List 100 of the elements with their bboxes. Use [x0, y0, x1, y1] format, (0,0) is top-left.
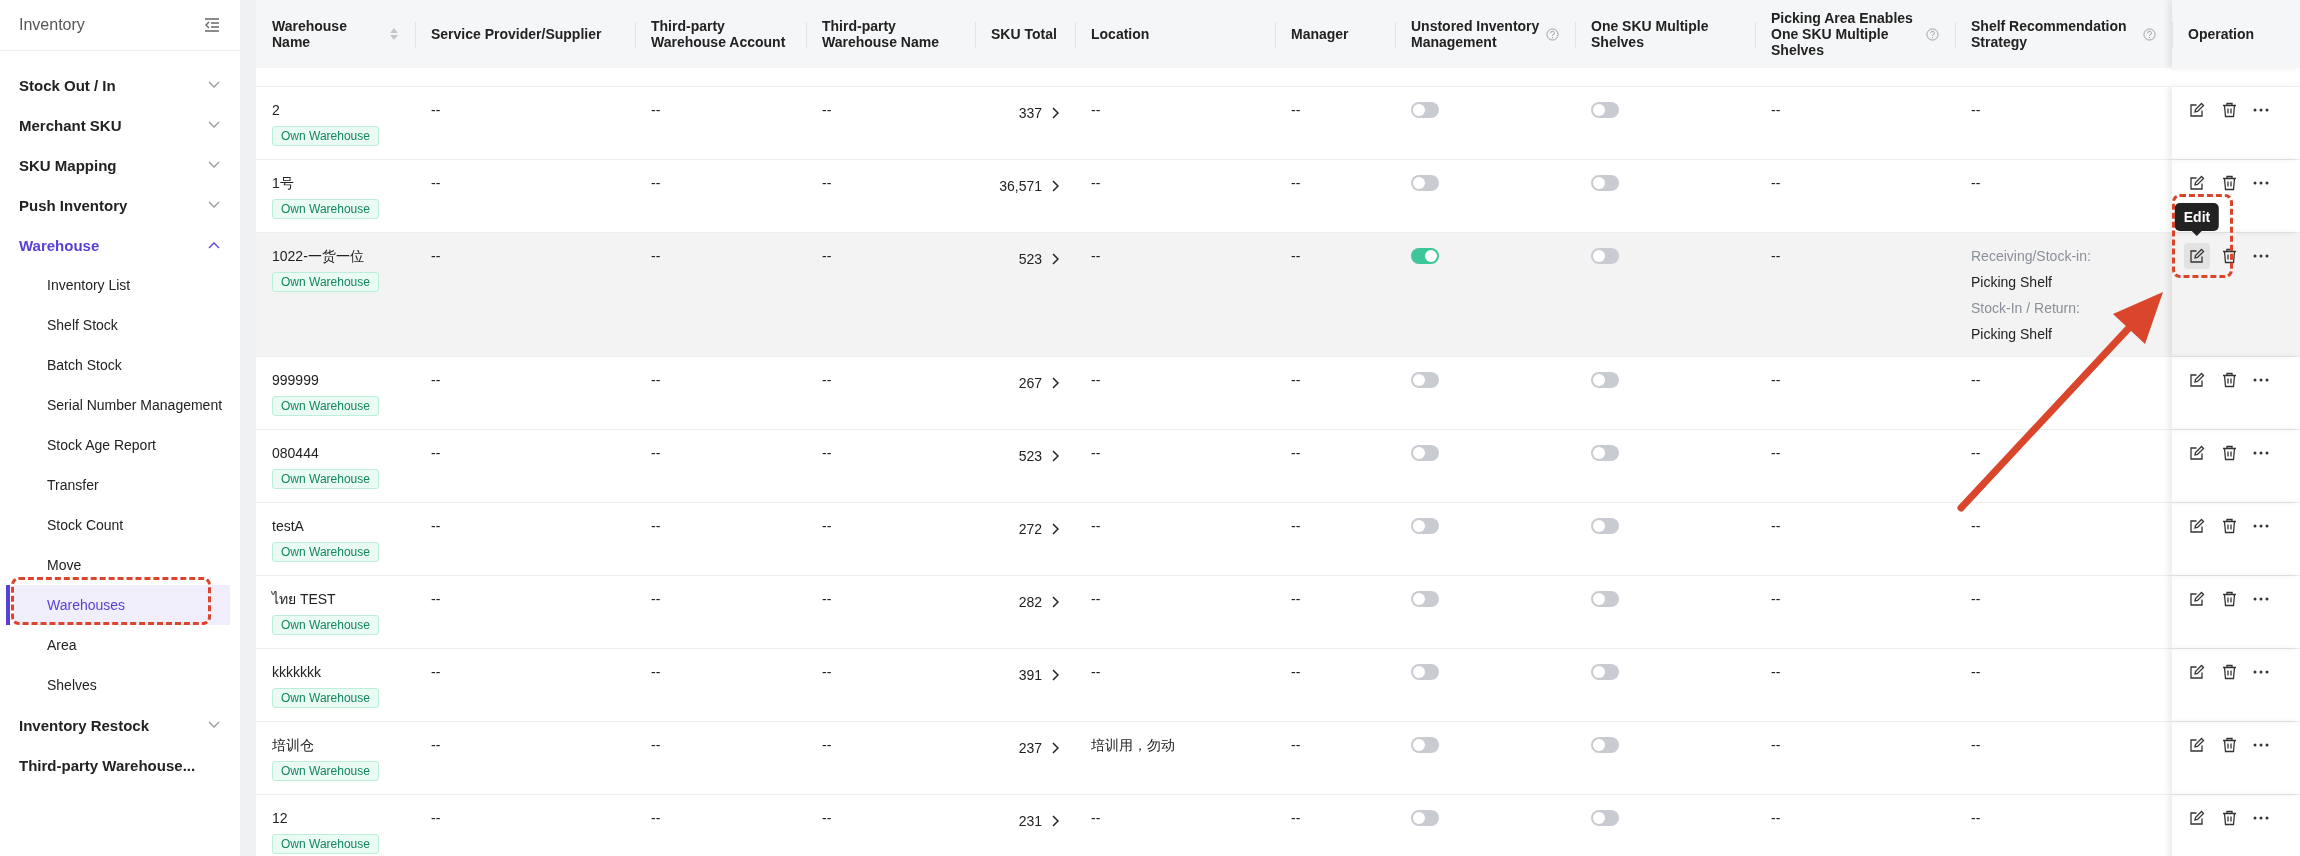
chevron-right-icon [1051, 669, 1059, 681]
edit-icon [2189, 445, 2205, 461]
warehouse-name: 1022-一货一位 [272, 247, 364, 266]
warehouse-name: ไทย TEST [272, 590, 336, 609]
chevron-icon [208, 121, 220, 129]
warehouse-type-tag: Own Warehouse [272, 761, 379, 781]
table-cell-text: -- [1091, 247, 1101, 266]
toggle-switch[interactable] [1591, 664, 1619, 680]
table-cell-text: -- [1971, 371, 1981, 390]
chevron-icon [208, 81, 220, 89]
chevron-right-icon [1051, 377, 1059, 389]
toggle-switch[interactable] [1591, 445, 1619, 461]
menu-item[interactable]: Shelves [6, 665, 230, 705]
table-cell-text: -- [651, 444, 661, 463]
toggle-switch[interactable] [1411, 591, 1439, 607]
toggle-switch[interactable] [1411, 518, 1439, 534]
chevron-right-icon [1051, 107, 1059, 119]
table-cell-text: -- [1971, 517, 1981, 536]
warehouse-name: 12 [272, 809, 288, 828]
sku-total-link[interactable]: 36,571 [999, 176, 1059, 196]
sku-total-link[interactable]: 337 [1018, 103, 1059, 123]
warehouse-type-tag: Own Warehouse [272, 199, 379, 219]
edit-icon [2189, 175, 2205, 191]
menu-item[interactable]: Transfer [6, 465, 230, 505]
menu-item[interactable]: Shelf Stock [6, 305, 230, 345]
table-cell-text: -- [431, 101, 441, 120]
column-title: Third-party Warehouse Name [822, 18, 940, 50]
table-cell-text: -- [651, 809, 661, 828]
table-cell-text: -- [651, 736, 661, 755]
trash-icon [2221, 591, 2237, 607]
menu-group[interactable]: SKU Mapping [0, 145, 240, 185]
toggle-switch[interactable] [1411, 664, 1439, 680]
trash-icon [2221, 737, 2237, 753]
menu-item[interactable]: Stock Count [6, 505, 230, 545]
menu-item[interactable]: Move [6, 545, 230, 585]
toggle-switch[interactable] [1411, 175, 1439, 191]
menu-group[interactable]: Stock Out / In [0, 65, 240, 105]
collapse-menu-icon[interactable] [204, 18, 220, 32]
warehouse-name: testA [272, 517, 304, 536]
help-icon[interactable] [2143, 27, 2156, 41]
table-cell-text: -- [822, 517, 832, 536]
menu-group[interactable]: Inventory Restock [0, 705, 240, 745]
toggle-switch[interactable] [1591, 518, 1619, 534]
toggle-switch[interactable] [1591, 372, 1619, 388]
sku-total-link[interactable]: 231 [1018, 811, 1059, 831]
chevron-right-icon [1051, 253, 1059, 265]
chevron-icon [208, 721, 220, 729]
help-icon[interactable] [1546, 27, 1559, 41]
table-cell-text: -- [431, 663, 441, 682]
sku-total-link[interactable]: 523 [1018, 249, 1059, 269]
toggle-switch[interactable] [1591, 102, 1619, 118]
warehouse-type-tag: Own Warehouse [272, 396, 379, 416]
more-dots-icon [2253, 743, 2269, 747]
menu-item[interactable]: Inventory List [6, 265, 230, 305]
table-cell-text: -- [822, 809, 832, 828]
menu-item[interactable]: Batch Stock [6, 345, 230, 385]
toggle-switch[interactable] [1591, 248, 1619, 264]
table-cell-text: -- [1091, 174, 1101, 193]
sku-total-link[interactable]: 237 [1018, 738, 1059, 758]
toggle-switch[interactable] [1591, 810, 1619, 826]
menu-group[interactable]: Merchant SKU [0, 105, 240, 145]
toggle-switch[interactable] [1411, 445, 1439, 461]
edit-icon [2189, 372, 2205, 388]
table-cell-text: -- [1971, 444, 1981, 463]
menu-item[interactable]: Area [6, 625, 230, 665]
edit-icon [2189, 248, 2205, 264]
column-title: Shelf Recommendation Strategy [1971, 18, 2128, 50]
table-cell-text: -- [651, 590, 661, 609]
menu-group[interactable]: Third-party Warehouse... [0, 745, 240, 785]
table-cell-text: -- [1091, 663, 1101, 682]
more-dots-icon [2253, 108, 2269, 112]
sku-total-link[interactable]: 267 [1018, 373, 1059, 393]
sku-total-link[interactable]: 523 [1018, 446, 1059, 466]
table-cell-text: -- [822, 663, 832, 682]
menu-item[interactable]: Warehouses [6, 585, 230, 625]
edit-icon [2189, 810, 2205, 826]
toggle-switch[interactable] [1591, 737, 1619, 753]
more-dots-icon [2253, 254, 2269, 258]
menu-group[interactable]: Warehouse [0, 225, 240, 265]
toggle-switch[interactable] [1411, 810, 1439, 826]
help-icon[interactable] [1926, 27, 1939, 41]
toggle-switch[interactable] [1411, 248, 1439, 264]
menu-item[interactable]: Serial Number Management [6, 385, 230, 425]
toggle-switch[interactable] [1411, 737, 1439, 753]
table-cell-text: -- [1771, 517, 1781, 536]
sort-icon[interactable] [389, 27, 399, 41]
more-dots-icon [2253, 451, 2269, 455]
table-cell-text: -- [1771, 444, 1781, 463]
menu-group[interactable]: Push Inventory [0, 185, 240, 225]
toggle-switch[interactable] [1591, 175, 1619, 191]
menu-item[interactable]: Stock Age Report [6, 425, 230, 465]
strategy-value: Picking Shelf [1971, 273, 2052, 292]
table-cell-text: -- [651, 174, 661, 193]
sku-total-link[interactable]: 272 [1018, 519, 1059, 539]
toggle-switch[interactable] [1411, 102, 1439, 118]
edit-icon [2189, 591, 2205, 607]
sku-total-link[interactable]: 282 [1018, 592, 1059, 612]
sku-total-link[interactable]: 391 [1018, 665, 1059, 685]
toggle-switch[interactable] [1591, 591, 1619, 607]
toggle-switch[interactable] [1411, 372, 1439, 388]
